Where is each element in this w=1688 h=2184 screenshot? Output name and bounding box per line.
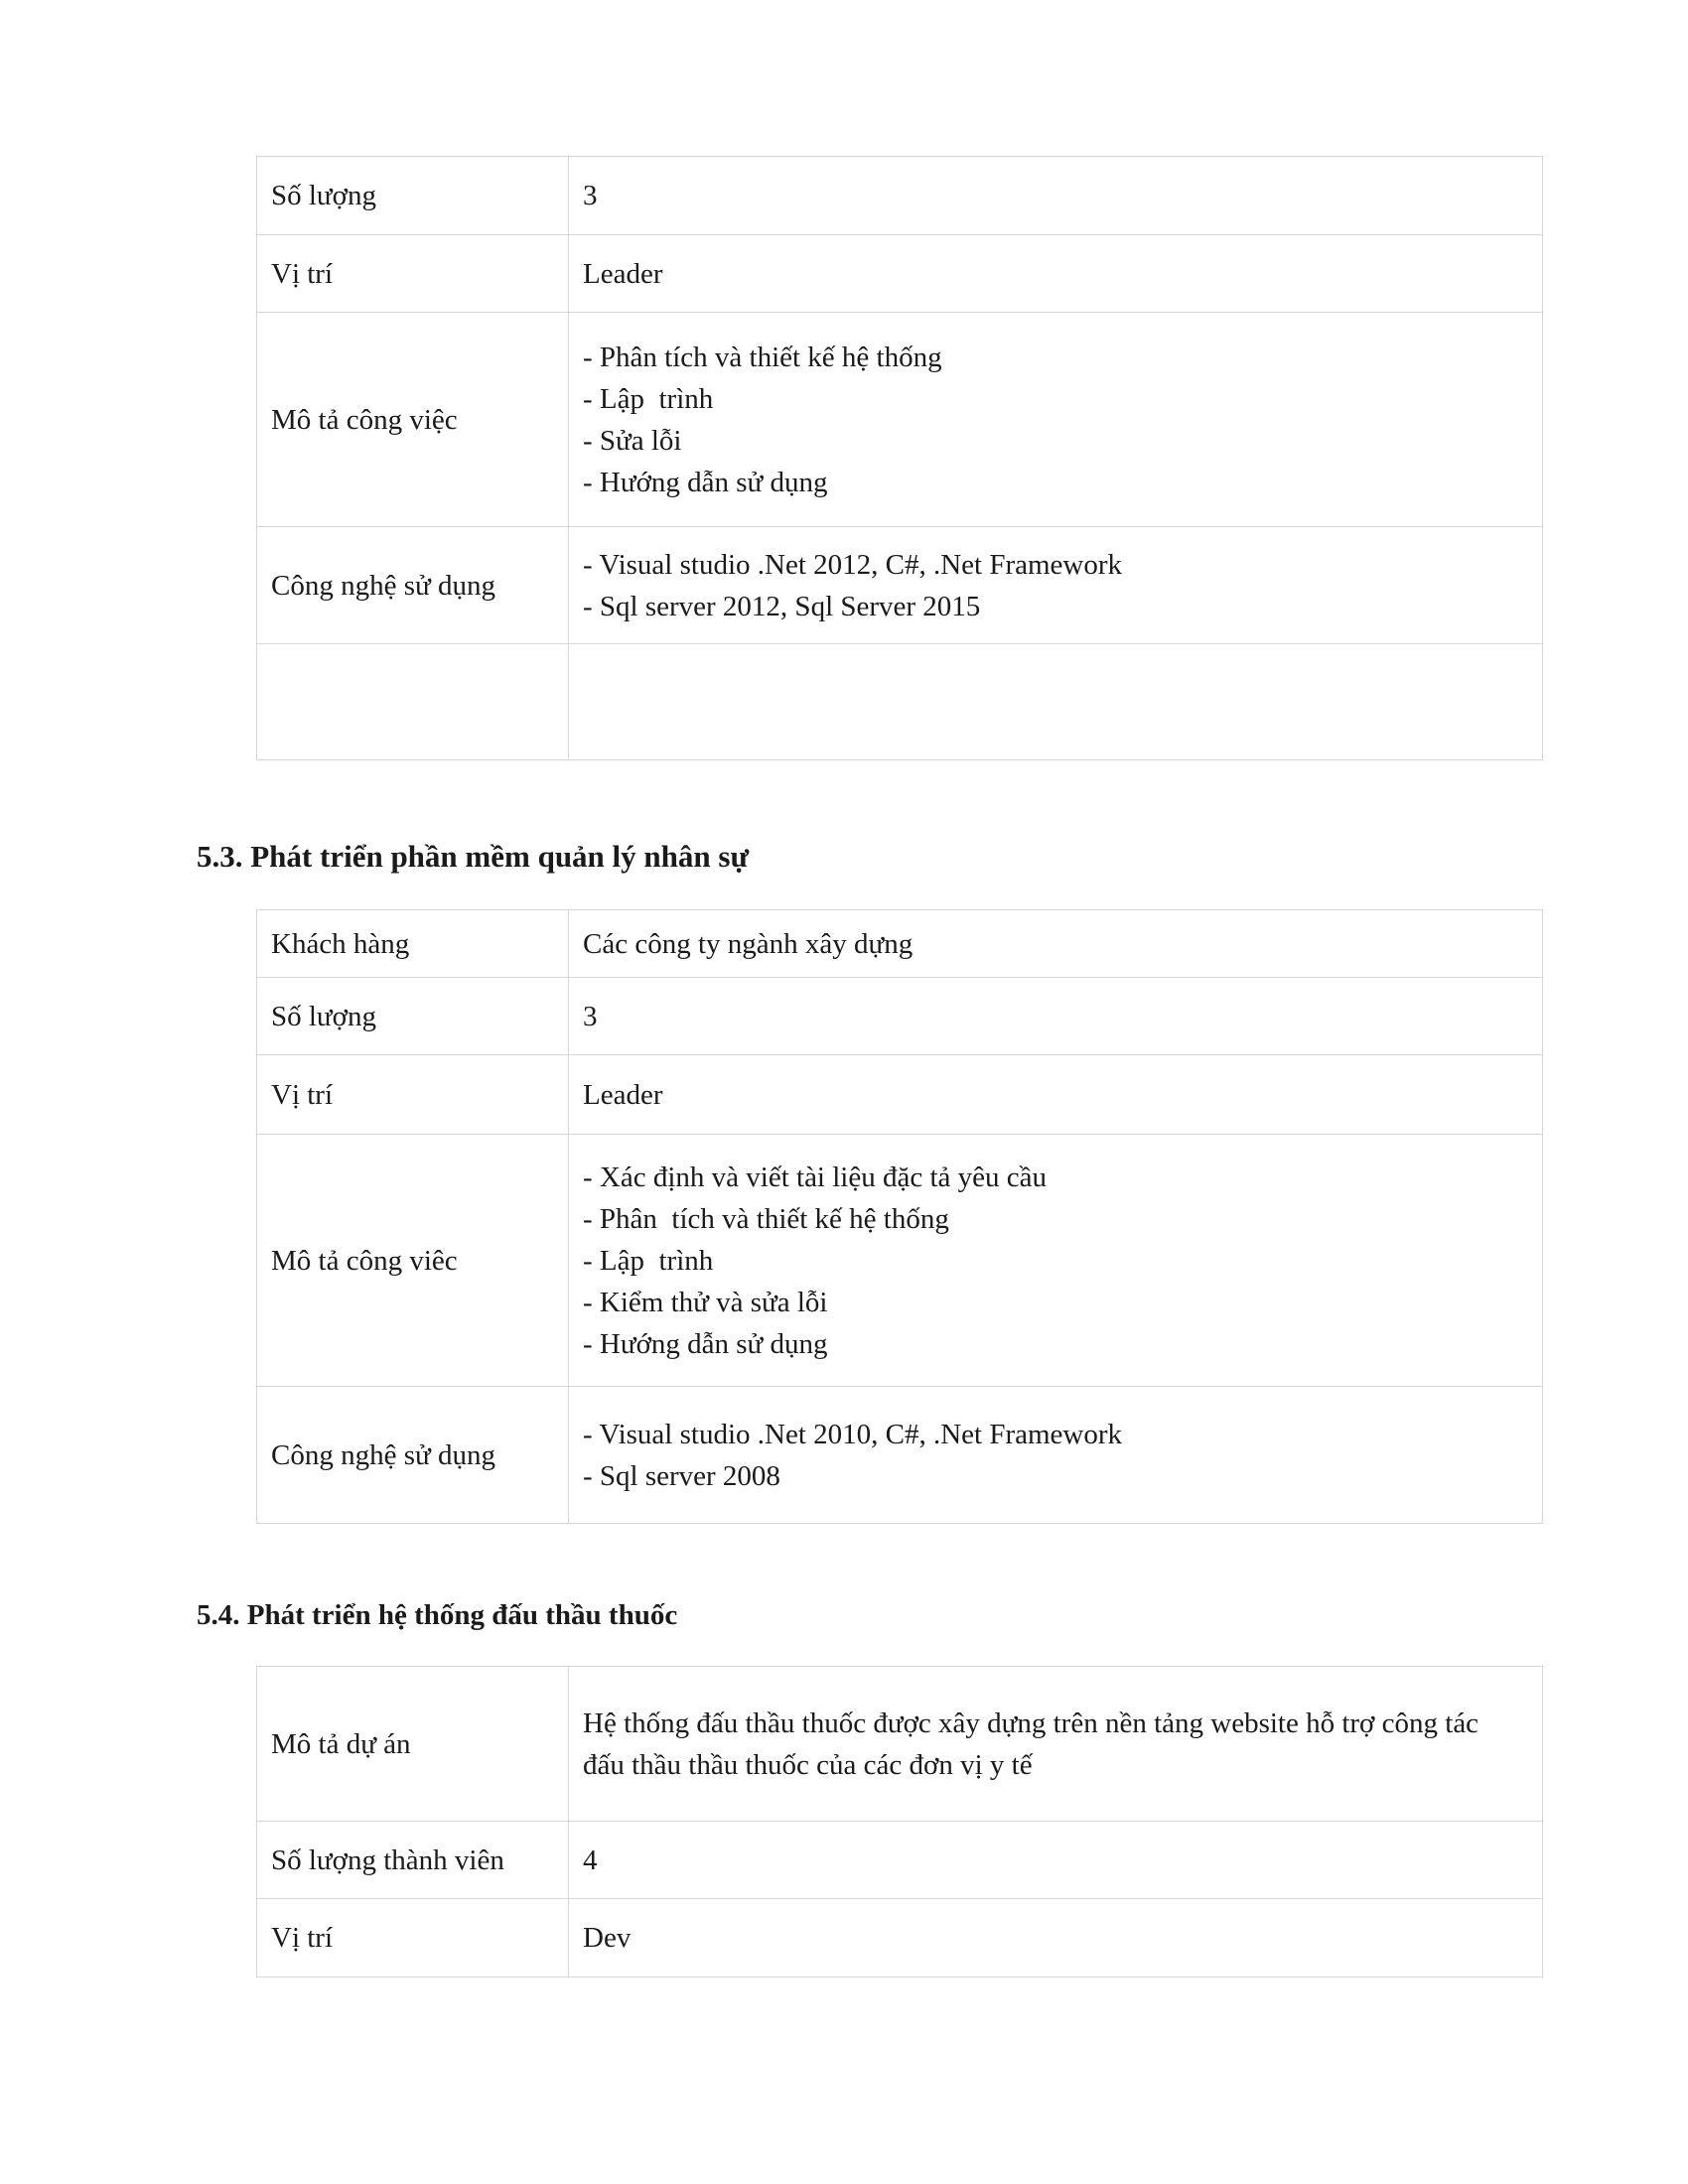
- list-item: - Sql server 2008: [583, 1459, 780, 1492]
- description-line: đấu thầu thầu thuốc của các đơn vị y tế: [583, 1748, 1033, 1781]
- row-label: Vị trí: [256, 1898, 569, 1978]
- table-row: Vị trí Dev: [256, 1898, 1543, 1978]
- section-heading-5-3: 5.3. Phát triển phần mềm quản lý nhân sự: [197, 839, 750, 874]
- table-row: Vị trí Leader: [256, 1054, 1543, 1135]
- row-value: Leader: [568, 234, 1543, 313]
- list-item: - Lập trình: [583, 1244, 714, 1277]
- table-row: Số lượng thành viên 4: [256, 1821, 1543, 1899]
- table-row: Số lượng 3: [256, 977, 1543, 1055]
- list-item: - Phân tích và thiết kế hệ thống: [583, 341, 942, 373]
- row-value: 4: [568, 1821, 1543, 1899]
- row-value: 3: [568, 977, 1543, 1055]
- list-item: - Visual studio .Net 2012, C#, .Net Fram…: [583, 548, 1123, 581]
- row-value: - Visual studio .Net 2010, C#, .Net Fram…: [568, 1386, 1543, 1524]
- row-label: Vị trí: [256, 1054, 569, 1135]
- row-value: [568, 643, 1543, 760]
- row-label: Mô tả dự án: [256, 1666, 569, 1822]
- table-row: Vị trí Leader: [256, 234, 1543, 313]
- row-label: Công nghệ sử dụng: [256, 526, 569, 644]
- row-label: [256, 643, 569, 760]
- description-line: Hệ thống đấu thầu thuốc được xây dựng tr…: [583, 1706, 1479, 1739]
- row-value: 3: [568, 156, 1543, 235]
- row-value: - Visual studio .Net 2012, C#, .Net Fram…: [568, 526, 1543, 644]
- row-label: Mô tả công viêc: [256, 1134, 569, 1387]
- row-label: Số lượng thành viên: [256, 1821, 569, 1899]
- row-label: Vị trí: [256, 234, 569, 313]
- row-value: Hệ thống đấu thầu thuốc được xây dựng tr…: [568, 1666, 1543, 1822]
- row-label: Số lượng: [256, 977, 569, 1055]
- table-row-empty: [256, 643, 1543, 760]
- row-value: Các công ty ngành xây dựng: [568, 909, 1543, 978]
- list-item: - Sql server 2012, Sql Server 2015: [583, 590, 981, 622]
- table-row: Công nghệ sử dụng - Visual studio .Net 2…: [256, 526, 1543, 644]
- list-item: - Hướng dẫn sử dụng: [583, 466, 828, 498]
- table-row: Số lượng 3: [256, 156, 1543, 235]
- row-label: Khách hàng: [256, 909, 569, 978]
- table-row: Mô tả dự án Hệ thống đấu thầu thuốc được…: [256, 1666, 1543, 1822]
- list-item: - Xác định và viết tài liệu đặc tả yêu c…: [583, 1160, 1048, 1193]
- table-row: Khách hàng Các công ty ngành xây dựng: [256, 909, 1543, 978]
- list-item: - Phân tích và thiết kế hệ thống: [583, 1202, 949, 1235]
- list-item: - Sửa lỗi: [583, 424, 682, 457]
- list-item: - Visual studio .Net 2010, C#, .Net Fram…: [583, 1418, 1123, 1450]
- list-item: - Hướng dẫn sử dụng: [583, 1327, 828, 1360]
- table-row: Mô tả công việc - Phân tích và thiết kế …: [256, 312, 1543, 527]
- list-item: - Kiểm thử và sửa lỗi: [583, 1286, 828, 1318]
- row-value: - Phân tích và thiết kế hệ thống - Lập t…: [568, 312, 1543, 527]
- row-value: Dev: [568, 1898, 1543, 1978]
- section-heading-5-4: 5.4. Phát triển hệ thống đấu thầu thuốc: [197, 1599, 678, 1631]
- document-page: Số lượng 3 Vị trí Leader Mô tả công việc…: [0, 0, 1688, 2184]
- project-info-table-5-4: Mô tả dự án Hệ thống đấu thầu thuốc được…: [256, 1666, 1543, 1978]
- project-info-table-continued: Số lượng 3 Vị trí Leader Mô tả công việc…: [256, 156, 1543, 760]
- table-row: Công nghệ sử dụng - Visual studio .Net 2…: [256, 1386, 1543, 1524]
- list-item: - Lập trình: [583, 382, 714, 415]
- project-info-table-5-3: Khách hàng Các công ty ngành xây dựng Số…: [256, 909, 1543, 1524]
- table-row: Mô tả công viêc - Xác định và viết tài l…: [256, 1134, 1543, 1387]
- row-label: Mô tả công việc: [256, 312, 569, 527]
- row-value: Leader: [568, 1054, 1543, 1135]
- row-value: - Xác định và viết tài liệu đặc tả yêu c…: [568, 1134, 1543, 1387]
- row-label: Số lượng: [256, 156, 569, 235]
- row-label: Công nghệ sử dụng: [256, 1386, 569, 1524]
